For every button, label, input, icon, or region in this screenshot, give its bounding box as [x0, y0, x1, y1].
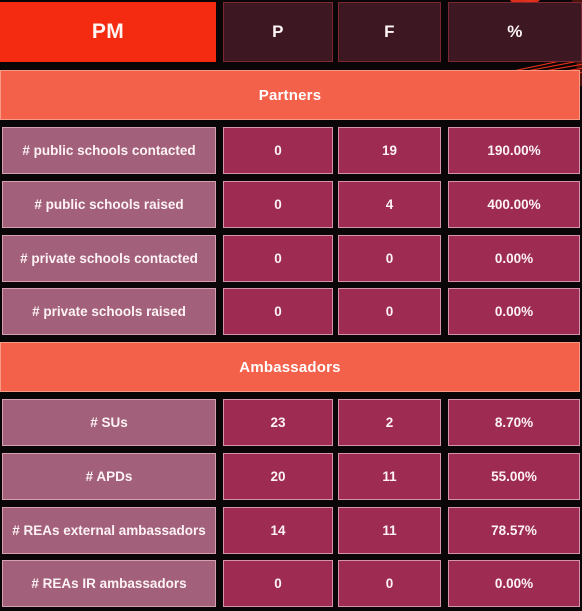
row-value-p[interactable]: 0 [223, 560, 333, 607]
row-value-f[interactable]: 2 [338, 399, 441, 446]
row-label[interactable]: # REAs IR ambassadors [2, 560, 216, 607]
table-row: # public schools raised 0 4 400.00% [0, 181, 582, 228]
row-value-p[interactable]: 14 [223, 507, 333, 554]
row-label[interactable]: # APDs [2, 453, 216, 500]
table-row: # private schools raised 0 0 0.00% [0, 288, 582, 335]
row-value-percent[interactable]: 400.00% [448, 181, 580, 228]
row-value-p[interactable]: 0 [223, 235, 333, 282]
row-value-p[interactable]: 0 [223, 181, 333, 228]
table-row: # SUs 23 2 8.70% [0, 399, 582, 446]
metrics-table: PM P F % Partners # public schools conta… [0, 0, 582, 611]
column-header-pm[interactable]: PM [0, 2, 216, 62]
row-value-percent[interactable]: 0.00% [448, 235, 580, 282]
row-value-f[interactable]: 11 [338, 453, 441, 500]
table-row: # REAs external ambassadors 14 11 78.57% [0, 507, 582, 554]
row-label[interactable]: # public schools contacted [2, 127, 216, 174]
row-value-f[interactable]: 4 [338, 181, 441, 228]
row-value-p[interactable]: 0 [223, 288, 333, 335]
table-row: # APDs 20 11 55.00% [0, 453, 582, 500]
row-label[interactable]: # SUs [2, 399, 216, 446]
row-value-percent[interactable]: 0.00% [448, 288, 580, 335]
row-value-f[interactable]: 0 [338, 288, 441, 335]
row-value-percent[interactable]: 55.00% [448, 453, 580, 500]
row-label[interactable]: # REAs external ambassadors [2, 507, 216, 554]
row-value-p[interactable]: 0 [223, 127, 333, 174]
row-value-f[interactable]: 0 [338, 235, 441, 282]
row-value-percent[interactable]: 0.00% [448, 560, 580, 607]
row-label[interactable]: # private schools raised [2, 288, 216, 335]
section-header-ambassadors: Ambassadors [0, 342, 580, 392]
table-header-row: PM P F % [0, 2, 582, 62]
row-value-p[interactable]: 20 [223, 453, 333, 500]
row-label[interactable]: # private schools contacted [2, 235, 216, 282]
row-value-p[interactable]: 23 [223, 399, 333, 446]
section-header-partners: Partners [0, 70, 580, 120]
column-header-p[interactable]: P [223, 2, 333, 62]
column-header-percent[interactable]: % [448, 2, 582, 62]
table-row: # public schools contacted 0 19 190.00% [0, 127, 582, 174]
row-value-f[interactable]: 0 [338, 560, 441, 607]
row-label[interactable]: # public schools raised [2, 181, 216, 228]
section-title: Ambassadors [239, 358, 341, 376]
row-value-percent[interactable]: 8.70% [448, 399, 580, 446]
row-value-f[interactable]: 11 [338, 507, 441, 554]
row-value-percent[interactable]: 190.00% [448, 127, 580, 174]
row-value-f[interactable]: 19 [338, 127, 441, 174]
row-value-percent[interactable]: 78.57% [448, 507, 580, 554]
table-row: # REAs IR ambassadors 0 0 0.00% [0, 560, 582, 607]
table-row: # private schools contacted 0 0 0.00% [0, 235, 582, 282]
section-title: Partners [258, 86, 322, 104]
column-header-f[interactable]: F [338, 2, 441, 62]
